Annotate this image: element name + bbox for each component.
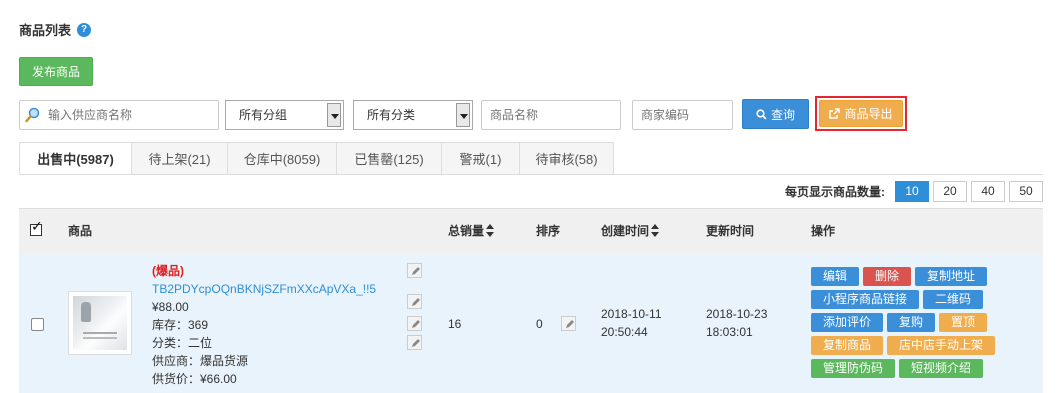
tab-on-sale[interactable]: 出售中(5987) <box>19 142 132 175</box>
copy-url-button[interactable]: 复制地址 <box>915 267 988 286</box>
header-sales-label: 总销量 <box>448 224 485 238</box>
product-title-link[interactable]: TB2PDYcpOQnBKNjSZFmXXcApVXa_!!5 <box>152 280 412 298</box>
magnifier-icon <box>756 109 767 120</box>
updated-time: 18:03:01 <box>706 325 753 339</box>
per-page-option[interactable]: 20 <box>933 181 967 202</box>
category-select-value: 所有分类 <box>367 108 416 122</box>
status-tabs: 出售中(5987) 待上架(21) 仓库中(8059) 已售罄(125) 警戒(… <box>19 142 614 175</box>
table-header: 商品 总销量 排序 创建时间 更新时间 操作 <box>19 208 1043 253</box>
sort-icon <box>486 223 495 238</box>
shop-listing-button[interactable]: 店中店手动上架 <box>887 336 996 355</box>
per-page-option[interactable]: 50 <box>1009 181 1043 202</box>
header-updated: 更新时间 <box>706 224 755 238</box>
sort-icon <box>651 223 660 238</box>
hot-tag: (爆品) <box>152 264 184 278</box>
add-review-button[interactable]: 添加评价 <box>811 313 884 332</box>
per-page-option[interactable]: 40 <box>971 181 1005 202</box>
header-created[interactable]: 创建时间 <box>601 209 660 254</box>
header-sales[interactable]: 总销量 <box>448 209 495 254</box>
sort-value: 0 <box>536 317 543 331</box>
tab-warning[interactable]: 警戒(1) <box>441 142 520 175</box>
dropdown-arrow-icon <box>456 103 470 127</box>
query-button[interactable]: 查询 <box>742 99 809 129</box>
query-label: 查询 <box>770 108 795 122</box>
export-label: 商品导出 <box>844 107 893 121</box>
header-ops: 操作 <box>811 224 836 238</box>
page-title: 商品列表 ? <box>19 20 92 39</box>
qrcode-button[interactable]: 二维码 <box>923 290 984 309</box>
table-row: (爆品) TB2PDYcpOQnBKNjSZFmXXcApVXa_!!5 ¥88… <box>19 253 1043 393</box>
product-supply-price: 供货价：¥66.00 <box>152 372 237 386</box>
group-select-value: 所有分组 <box>239 108 288 122</box>
header-sort: 排序 <box>536 224 561 238</box>
created-date: 2018-10-11 <box>601 307 662 321</box>
edit-pencil-icon[interactable] <box>407 263 422 278</box>
edit-pencil-icon[interactable] <box>407 294 422 309</box>
row-actions: 编辑 删除 复制地址 小程序商品链接 二维码 添加评价 复购 置顶 复制商品 店… <box>811 267 1011 382</box>
publish-product-button[interactable]: 发布商品 <box>19 57 93 86</box>
mini-program-link-button[interactable]: 小程序商品链接 <box>811 290 920 309</box>
tab-sold-out[interactable]: 已售罄(125) <box>336 142 442 175</box>
edit-pencil-icon[interactable] <box>407 335 422 350</box>
header-created-label: 创建时间 <box>601 224 650 238</box>
per-page-selector: 每页显示商品数量: 10 20 40 50 <box>785 181 1043 202</box>
merchant-code-input[interactable] <box>632 100 733 130</box>
created-time: 20:50:44 <box>601 325 648 339</box>
tab-pending[interactable]: 待上架(21) <box>131 142 228 175</box>
rebuy-button[interactable]: 复购 <box>887 313 936 332</box>
per-page-option[interactable]: 10 <box>895 181 929 202</box>
header-product: 商品 <box>68 224 93 238</box>
search-icon <box>25 107 40 123</box>
pin-top-button[interactable]: 置顶 <box>939 313 988 332</box>
sales-value: 16 <box>448 317 462 331</box>
export-icon <box>829 108 841 119</box>
per-page-label: 每页显示商品数量: <box>785 185 885 199</box>
updated-date: 2018-10-23 <box>706 307 768 321</box>
product-info: (爆品) TB2PDYcpOQnBKNjSZFmXXcApVXa_!!5 ¥88… <box>152 262 412 388</box>
anti-fake-code-button[interactable]: 管理防伪码 <box>811 359 896 378</box>
select-all-checkbox[interactable] <box>30 218 43 236</box>
tabs-divider <box>19 174 1043 175</box>
tab-review[interactable]: 待审核(58) <box>519 142 614 175</box>
edit-sort-icon[interactable] <box>561 316 576 331</box>
product-image <box>73 296 127 350</box>
row-checkbox[interactable] <box>31 318 44 331</box>
video-intro-button[interactable]: 短视频介绍 <box>899 359 984 378</box>
export-products-button[interactable]: 商品导出 <box>819 100 903 127</box>
export-highlight: 商品导出 <box>815 96 907 131</box>
product-name-input[interactable] <box>481 100 621 130</box>
edit-pencil-icon[interactable] <box>407 316 422 331</box>
dropdown-arrow-icon <box>327 103 341 127</box>
product-category: 分类：二位 <box>152 336 213 350</box>
delete-button[interactable]: 删除 <box>863 267 912 286</box>
group-select[interactable]: 所有分组 <box>225 100 344 130</box>
product-thumbnail[interactable] <box>68 291 132 355</box>
product-price: ¥88.00 <box>152 300 189 314</box>
tab-warehouse[interactable]: 仓库中(8059) <box>227 142 337 175</box>
copy-product-button[interactable]: 复制商品 <box>811 336 884 355</box>
edit-button[interactable]: 编辑 <box>811 267 860 286</box>
supplier-search-input[interactable] <box>19 100 219 130</box>
category-select[interactable]: 所有分类 <box>353 100 473 130</box>
product-stock: 库存：369 <box>152 318 209 332</box>
product-supplier: 供应商：爆品货源 <box>152 354 249 368</box>
page-title-text: 商品列表 <box>19 23 72 38</box>
help-icon[interactable]: ? <box>77 22 92 37</box>
